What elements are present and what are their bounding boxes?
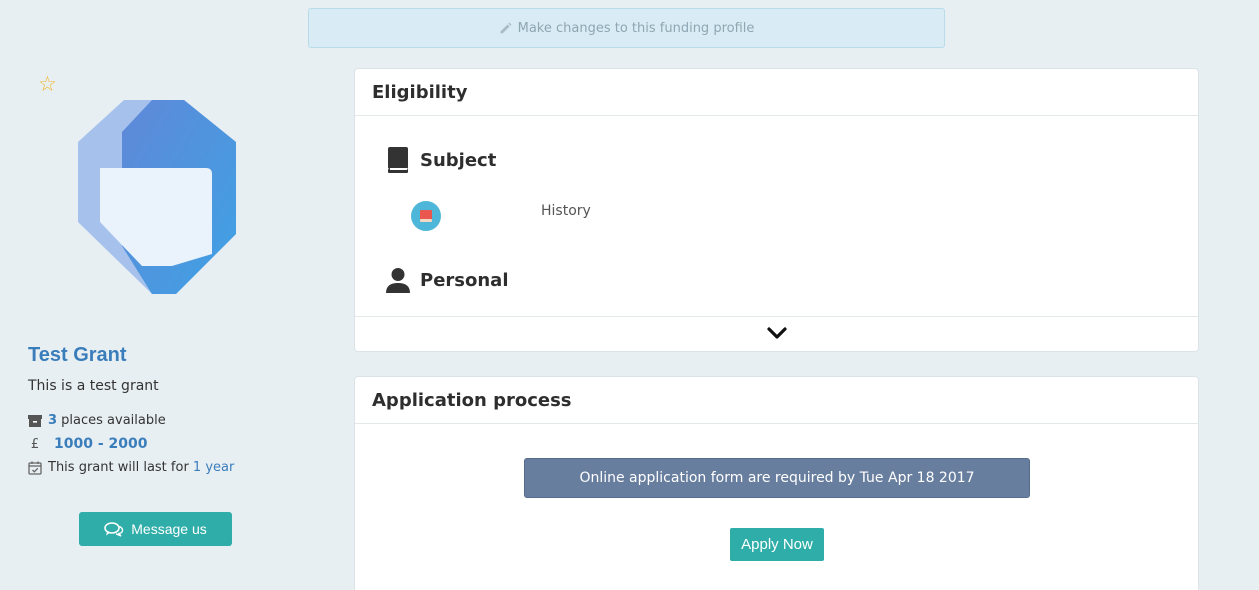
duration-row: This grant will last for 1 year — [28, 460, 234, 475]
places-available-row: 3 places available — [28, 413, 166, 428]
edit-profile-banner[interactable]: Make changes to this funding profile — [308, 8, 945, 48]
application-deadline-notice: Online application form are required by … — [524, 458, 1030, 498]
chevron-down-icon — [766, 325, 787, 344]
places-suffix: places available — [57, 413, 166, 428]
duration-prefix: This grant will last for — [48, 460, 193, 475]
grant-logo — [72, 96, 242, 298]
pound-icon: £ — [30, 436, 40, 452]
chat-bubbles-icon — [104, 521, 124, 537]
history-book-icon — [411, 201, 441, 231]
person-icon — [385, 267, 411, 293]
subject-item-history: History — [541, 203, 591, 219]
grant-title: Test Grant — [28, 344, 127, 366]
expand-eligibility-toggle[interactable] — [355, 316, 1198, 352]
star-outline-icon[interactable]: ☆ — [38, 74, 57, 95]
apply-now-button[interactable]: Apply Now — [730, 528, 824, 561]
message-us-button[interactable]: Message us — [79, 512, 232, 546]
subject-heading: Subject — [385, 147, 496, 173]
personal-heading-label: Personal — [420, 269, 509, 291]
pencil-icon — [499, 22, 512, 35]
amount-row: £ 1000 - 2000 — [28, 436, 148, 452]
subject-heading-label: Subject — [420, 149, 497, 171]
calendar-check-icon — [28, 461, 42, 475]
amount-range: 1000 - 2000 — [54, 436, 148, 452]
book-icon — [385, 147, 411, 173]
application-process-panel: Application process Online application f… — [354, 376, 1199, 590]
eligibility-title: Eligibility — [355, 69, 1198, 116]
duration-value: 1 year — [192, 460, 235, 475]
grant-description: This is a test grant — [28, 378, 159, 394]
personal-heading: Personal — [385, 267, 509, 293]
eligibility-panel: Eligibility Subject History Personal — [354, 68, 1199, 352]
edit-profile-label: Make changes to this funding profile — [517, 20, 755, 36]
places-count: 3 — [48, 413, 58, 428]
archive-box-icon — [28, 414, 42, 428]
message-us-label: Message us — [131, 521, 207, 537]
application-process-title: Application process — [355, 377, 1198, 424]
